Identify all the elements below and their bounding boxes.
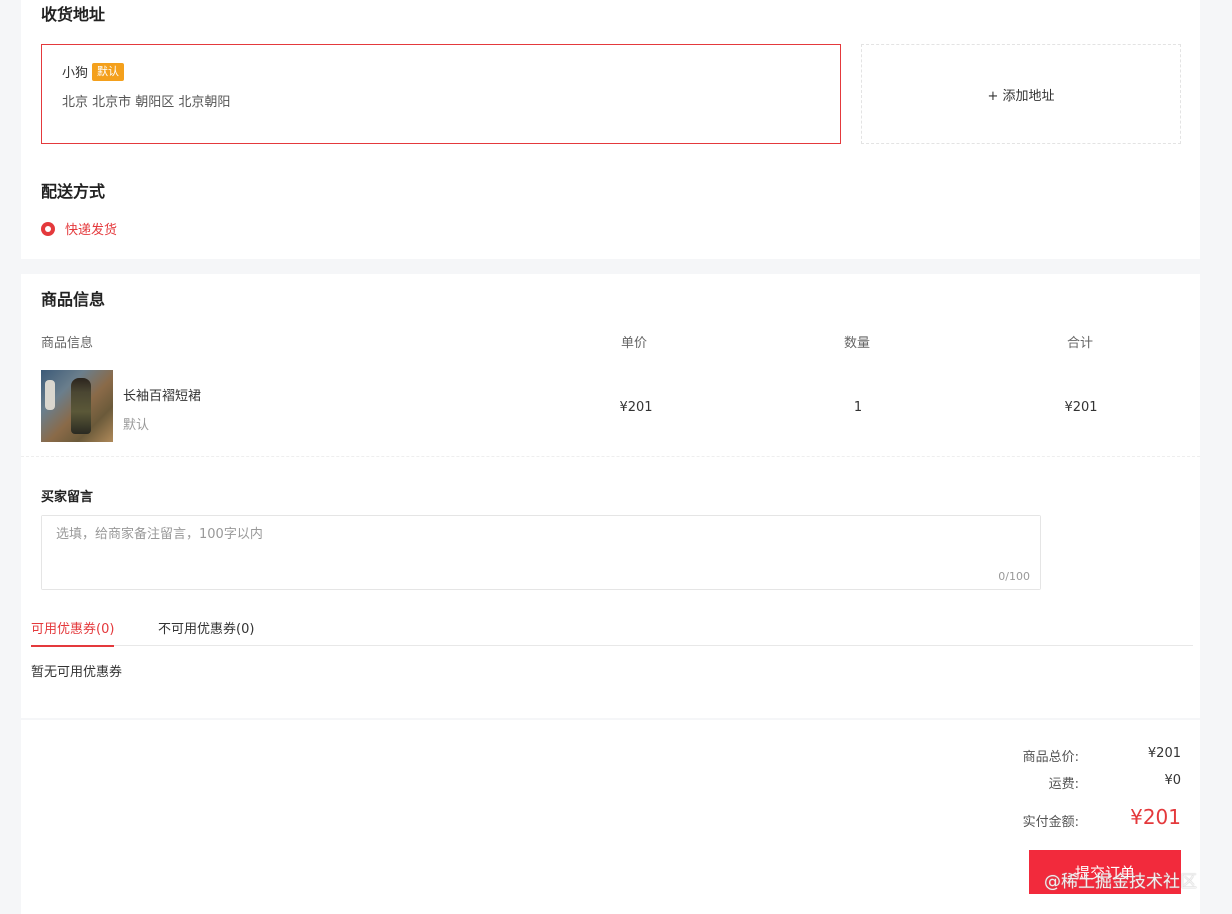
product-quantity: 1 (853, 400, 863, 415)
shipping-option-label: 快递发货 (65, 223, 118, 238)
column-header-goods: 商品信息 (41, 336, 94, 351)
divider (21, 456, 1200, 457)
add-address-button[interactable]: + 添加地址 (861, 44, 1181, 144)
watermark-text: @稀土掘金技术社区 (1044, 872, 1197, 892)
product-spec: 默认 (123, 418, 150, 433)
goods-total-label: 商品总价: (1022, 750, 1079, 765)
address-section-title: 收货地址 (41, 5, 106, 24)
message-char-counter: 0/100 (998, 570, 1030, 583)
coupon-tabs: 可用优惠券(0) 不可用优惠券(0) (31, 616, 1193, 647)
goods-panel: 商品信息 商品信息 单价 数量 合计 长袖百褶短裙 默认 ¥201 1 ¥201… (21, 274, 1200, 718)
coupon-empty-text: 暂无可用优惠券 (31, 665, 123, 680)
address-recipient-name: 小狗 (62, 66, 89, 81)
buyer-message-input[interactable] (42, 516, 1040, 589)
product-subtotal: ¥201 (1064, 400, 1098, 415)
address-detail: 北京 北京市 朝阳区 北京朝阳 (62, 95, 231, 110)
product-name: 长袖百褶短裙 (123, 389, 202, 404)
address-card-selected[interactable]: 小狗 默认 北京 北京市 朝阳区 北京朝阳 (41, 44, 841, 144)
buyer-message-title: 买家留言 (41, 490, 94, 505)
tab-unavailable-coupons[interactable]: 不可用优惠券(0) (158, 618, 254, 645)
shipping-fee-label: 运费: (1048, 777, 1079, 792)
column-header-total: 合计 (1067, 336, 1094, 351)
default-badge: 默认 (92, 62, 125, 81)
product-thumbnail[interactable] (41, 370, 113, 442)
pay-amount-value: ¥201 (1130, 805, 1181, 829)
order-summary-panel: 商品总价: ¥201 运费: ¥0 实付金额: ¥201 提交订单 (21, 720, 1200, 914)
column-header-quantity: 数量 (844, 336, 871, 351)
radio-selected-icon[interactable] (41, 221, 55, 236)
pay-amount-label: 实付金额: (1022, 815, 1079, 830)
shipping-fee-value: ¥0 (1164, 773, 1181, 788)
goods-section-title: 商品信息 (41, 290, 106, 309)
address-name-row: 小狗 默认 (62, 62, 125, 81)
goods-total-value: ¥201 (1147, 746, 1181, 761)
column-header-price: 单价 (621, 336, 648, 351)
product-unit-price: ¥201 (619, 400, 653, 415)
shipping-section-title: 配送方式 (41, 182, 106, 201)
address-shipping-panel: 收货地址 小狗 默认 北京 北京市 朝阳区 北京朝阳 + 添加地址 配送方式 快… (21, 0, 1200, 259)
tab-available-coupons[interactable]: 可用优惠券(0) (31, 618, 115, 647)
buyer-message-box: 0/100 (41, 515, 1041, 590)
shipping-option-express[interactable]: 快递发货 (41, 219, 117, 238)
